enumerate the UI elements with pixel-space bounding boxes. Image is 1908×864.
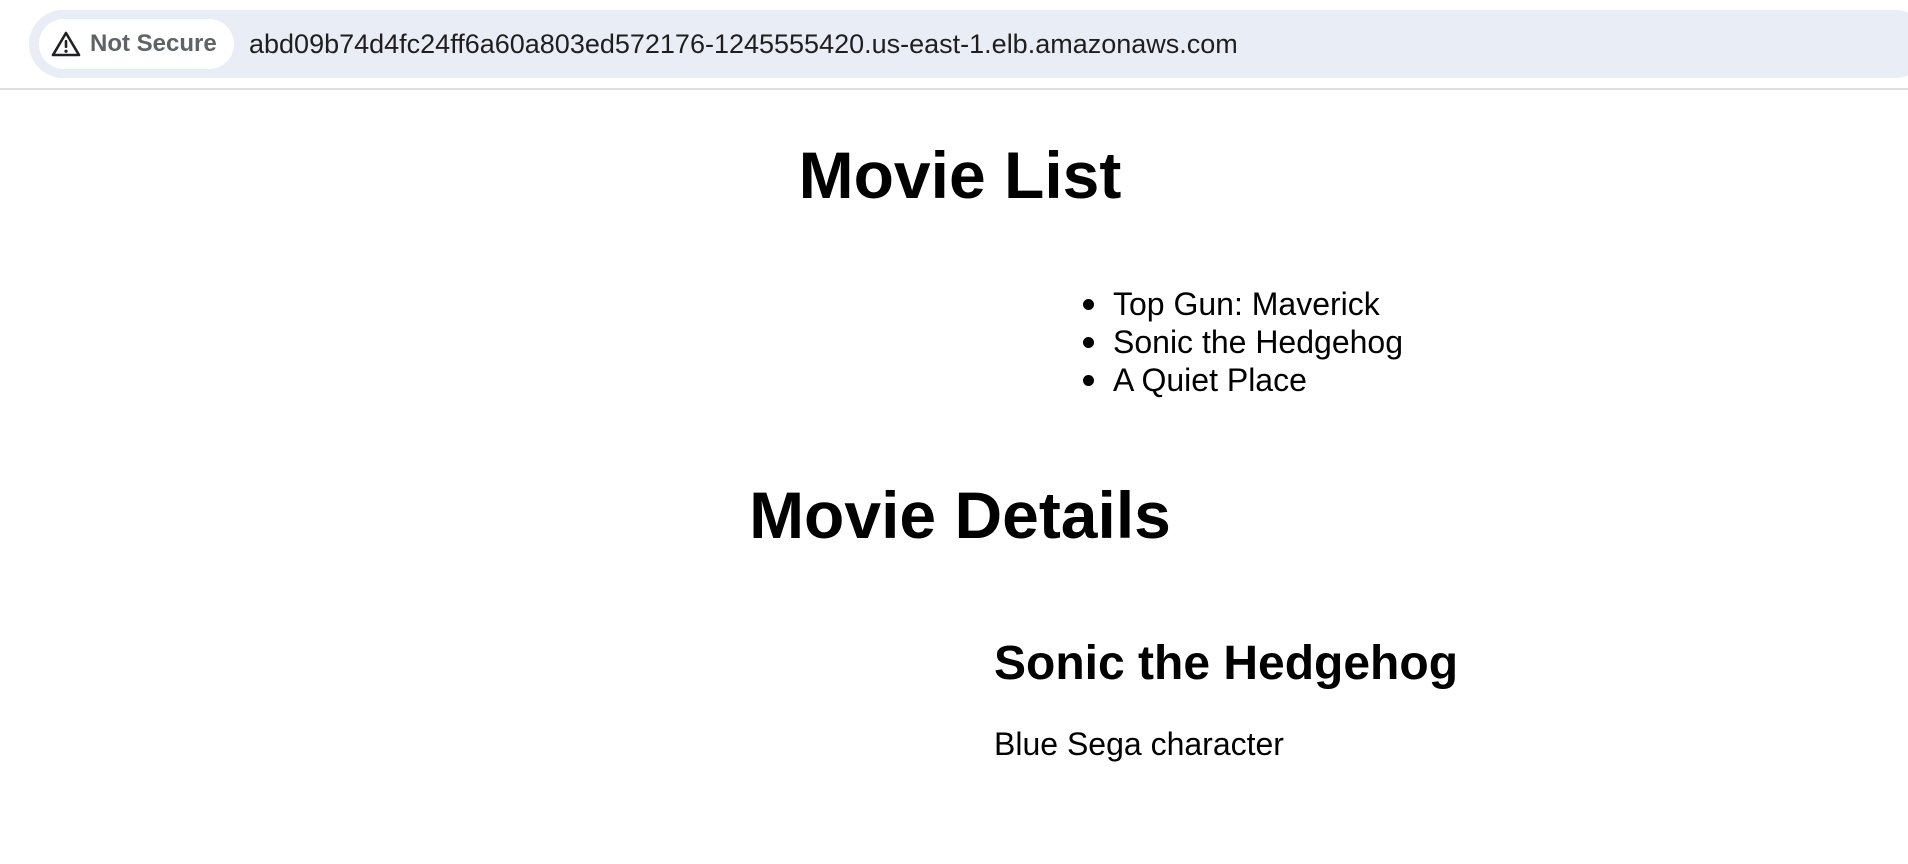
movie-list-item[interactable]: Top Gun: Maverick: [1080, 285, 1403, 323]
security-indicator-button[interactable]: Not Secure: [39, 19, 234, 69]
bullet-icon: [1083, 337, 1094, 348]
selected-movie-description: Blue Sega character: [994, 726, 1284, 762]
page-content: Movie List Top Gun: Maverick Sonic the H…: [0, 90, 1908, 864]
movie-list-item[interactable]: Sonic the Hedgehog: [1080, 323, 1403, 361]
address-bar[interactable]: Not Secure abd09b74d4fc24ff6a60a803ed572…: [29, 10, 1908, 78]
movie-list-item[interactable]: A Quiet Place: [1080, 361, 1403, 399]
movie-title: Sonic the Hedgehog: [1113, 324, 1403, 360]
warning-triangle-icon: [51, 31, 81, 57]
movie-list-heading: Movie List: [798, 138, 1122, 212]
movie-title: Top Gun: Maverick: [1113, 286, 1380, 322]
url-text[interactable]: abd09b74d4fc24ff6a60a803ed572176-1245555…: [249, 10, 1238, 78]
bullet-icon: [1083, 375, 1094, 386]
bullet-icon: [1083, 299, 1094, 310]
browser-toolbar: Not Secure abd09b74d4fc24ff6a60a803ed572…: [0, 0, 1908, 90]
movie-list: Top Gun: Maverick Sonic the Hedgehog A Q…: [1080, 285, 1403, 399]
movie-details-heading: Movie Details: [749, 478, 1171, 552]
selected-movie-title: Sonic the Hedgehog: [994, 637, 1459, 690]
movie-title: A Quiet Place: [1113, 362, 1307, 398]
security-label: Not Secure: [90, 30, 217, 57]
